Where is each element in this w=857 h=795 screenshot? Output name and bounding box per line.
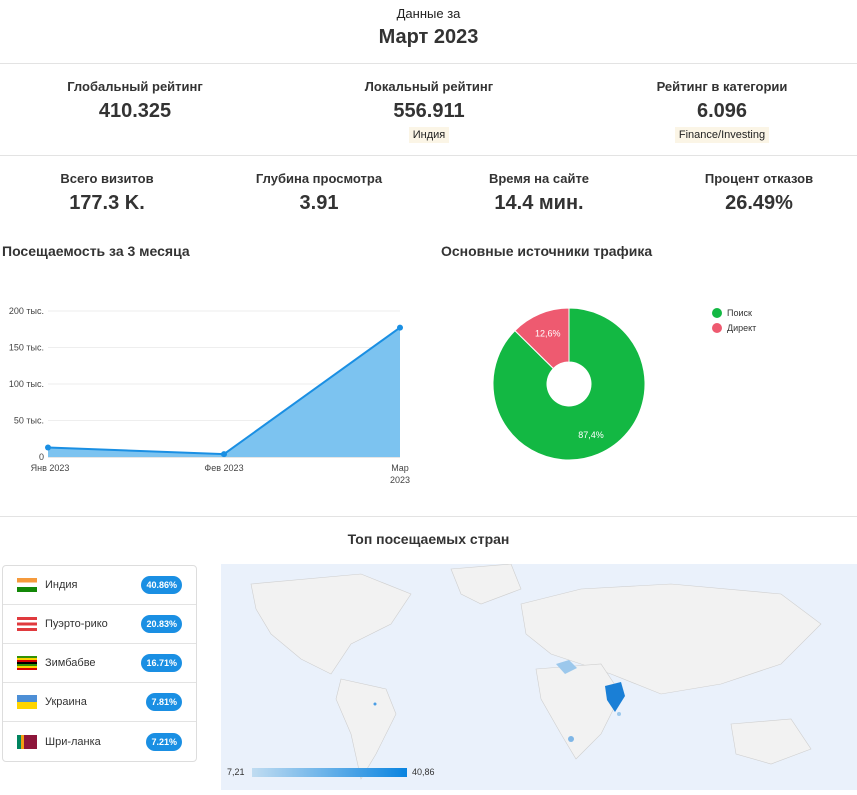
data-point — [221, 451, 227, 458]
x-tick-label: Янв 2023 — [31, 463, 70, 473]
y-tick-label: 50 тыс. — [14, 416, 44, 426]
country-row[interactable]: Зимбабве 16.71% — [3, 644, 196, 683]
south-america-shape — [335, 678, 397, 780]
country-name: Украина — [45, 696, 87, 708]
country-percent-badge: 7.81% — [146, 693, 182, 711]
map-legend-max: 40,86 — [412, 767, 435, 777]
total-visits: Всего визитов 177.3 K. — [7, 171, 207, 215]
country-percent-badge: 16.71% — [141, 654, 182, 672]
flag-india-icon — [17, 578, 37, 592]
category-rank-value: 6.096 — [696, 100, 748, 122]
divider — [0, 516, 857, 517]
flag-ua-icon — [17, 695, 37, 709]
local-rank-label: Локальный рейтинг — [364, 79, 494, 94]
area-fill — [48, 327, 400, 457]
flag-lk-icon — [17, 734, 37, 749]
country-list: Индия 40.86% Пуэрто-рико 20.83% Зимбабве 16.7… — [2, 565, 197, 762]
country-row[interactable]: Украина 7.81% — [3, 683, 196, 722]
time-on-site-value: 14.4 мин. — [494, 192, 584, 214]
flag-pr-icon — [17, 617, 37, 631]
country-row[interactable]: Пуэрто-рико 20.83% — [3, 605, 196, 644]
local-rank: Локальный рейтинг 556.911 Индия — [329, 79, 529, 143]
x-tick-label: 2023 — [390, 475, 410, 485]
country-percent-badge: 20.83% — [141, 615, 182, 633]
traffic-chart-title: Посещаемость за 3 месяца — [2, 243, 190, 259]
global-rank-label: Глобальный рейтинг — [67, 79, 203, 94]
greenland-shape — [450, 563, 522, 605]
africa-shape — [535, 663, 622, 760]
country-name: Пуэрто-рико — [45, 618, 108, 630]
country-row[interactable]: Шри-ланка 7.21% — [3, 722, 196, 761]
y-tick-label: 150 тыс. — [9, 343, 44, 353]
x-tick-label: Мар — [391, 463, 409, 473]
traffic-area-chart: 0 50 тыс. 100 тыс. 150 тыс. 200 тыс. Янв 2023… — [9, 306, 410, 485]
y-tick-label: 100 тыс. — [9, 379, 44, 389]
bounce-rate-value: 26.49% — [725, 192, 793, 214]
countries-title: Топ посещаемых стран — [347, 531, 510, 547]
country-row[interactable]: Индия 40.86% — [3, 566, 196, 605]
global-rank-value: 410.325 — [98, 100, 172, 122]
data-point — [397, 324, 403, 331]
category-rank: Рейтинг в категории 6.096 Finance/Invest… — [622, 79, 822, 143]
data-period-title: Март 2023 — [378, 26, 479, 48]
local-rank-value: 556.911 — [393, 100, 465, 122]
map-legend-min: 7,21 — [227, 767, 245, 777]
time-on-site: Время на сайте 14.4 мин. — [439, 171, 639, 215]
world-map-shapes — [250, 563, 822, 780]
data-point — [45, 444, 51, 451]
country-percent-badge: 40.86% — [141, 576, 182, 594]
total-visits-value: 177.3 K. — [69, 192, 145, 214]
country-name: Шри-ланка — [45, 735, 101, 748]
country-name: Зимбабве — [45, 657, 96, 669]
category-badge: Finance/Investing — [674, 127, 770, 143]
data-period-label: Данные за — [396, 6, 461, 21]
puerto-rico-shape — [373, 702, 377, 706]
total-visits-label: Всего визитов — [60, 171, 154, 186]
divider — [0, 63, 857, 64]
sri-lanka-shape — [617, 712, 621, 716]
sources-chart-title: Основные источники трафика — [441, 243, 653, 259]
local-rank-country-badge: Индия — [408, 127, 450, 143]
map-legend-gradient — [252, 768, 407, 777]
pie-slice-label: 87,4% — [578, 430, 604, 440]
world-map[interactable]: 7,21 40,86 — [221, 563, 857, 790]
country-percent-badge: 7.21% — [146, 732, 182, 751]
page-depth-value: 3.91 — [299, 192, 339, 214]
page-depth: Глубина просмотра 3.91 — [219, 171, 419, 215]
divider — [0, 155, 857, 156]
legend-marker — [712, 308, 722, 318]
legend-label: Директ — [727, 323, 756, 333]
category-rank-label: Рейтинг в категории — [656, 79, 788, 94]
north-america-shape — [250, 573, 412, 675]
legend-marker — [712, 323, 722, 333]
bounce-rate: Процент отказов 26.49% — [659, 171, 857, 215]
flag-zw-icon — [17, 656, 37, 670]
pie-slice-label: 12,6% — [535, 328, 561, 338]
y-tick-label: 0 — [39, 452, 44, 462]
country-name: Индия — [45, 579, 78, 591]
zimbabwe-shape — [568, 736, 574, 742]
page-depth-label: Глубина просмотра — [255, 171, 383, 186]
time-on-site-label: Время на сайте — [488, 171, 590, 186]
legend-label: Поиск — [727, 308, 752, 318]
traffic-sources-pie-chart: 87,4% Поиск 12,6% Директ — [492, 307, 756, 461]
y-tick-label: 200 тыс. — [9, 306, 44, 316]
bounce-rate-label: Процент отказов — [704, 171, 814, 186]
australia-shape — [730, 718, 812, 765]
x-tick-label: Фев 2023 — [204, 463, 243, 473]
global-rank: Глобальный рейтинг 410.325 — [35, 79, 235, 123]
